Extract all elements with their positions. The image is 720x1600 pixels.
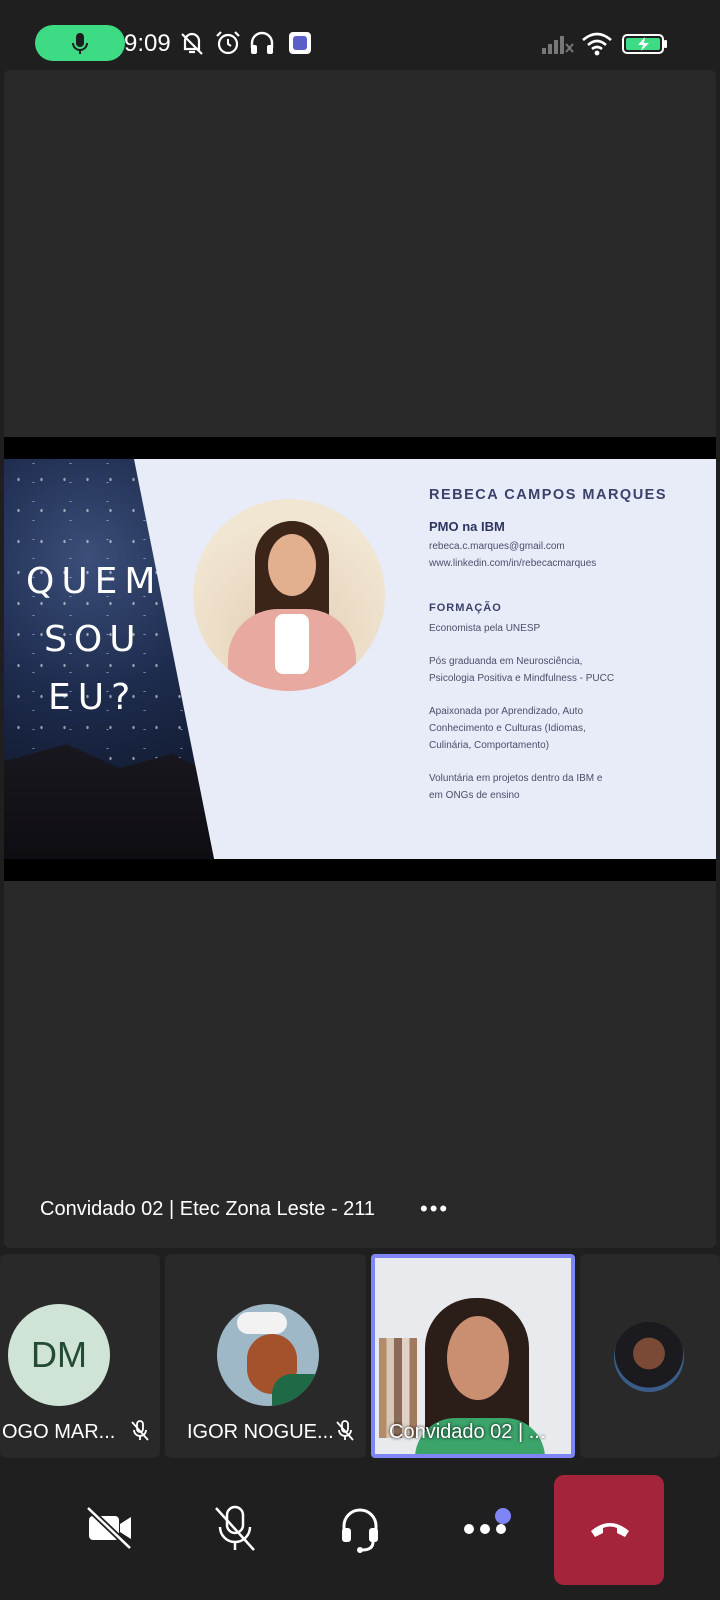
cv-item: Apaixonada por Aprendizado, Auto <box>429 706 584 717</box>
cv-name: REBECA CAMPOS MARQUES <box>429 487 668 503</box>
slide-heading-line-2: SOU <box>44 619 143 660</box>
presenter-label: Convidado 02 | Etec Zona Leste - 211 <box>40 1198 376 1220</box>
mic-active-icon <box>72 33 88 54</box>
participant-tile[interactable]: IGOR NOGUE... <box>165 1254 366 1458</box>
hang-up-button[interactable] <box>554 1475 664 1585</box>
notification-dot <box>495 1508 511 1524</box>
cv-item: Economista pela UNESP <box>429 623 541 634</box>
mic-off-icon <box>131 1420 149 1441</box>
battery-charging-icon <box>622 34 667 54</box>
clock: 9:09 <box>124 30 171 57</box>
mic-off-icon <box>336 1420 354 1441</box>
presenter-more-button[interactable]: ••• <box>420 1196 449 1222</box>
active-mic-indicator[interactable] <box>35 25 125 61</box>
mic-off-icon[interactable] <box>212 1504 258 1554</box>
avatar <box>217 1304 319 1406</box>
wifi-icon <box>582 32 612 56</box>
cv-linkedin: www.linkedin.com/in/rebecacmarques <box>429 558 597 569</box>
headphones-icon <box>250 31 274 54</box>
cv-item: Pós graduanda em Neurosciência, <box>429 656 583 667</box>
cv-item: Voluntária em projetos dentro da IBM e <box>429 773 603 784</box>
cv-role: PMO na IBM <box>429 519 505 534</box>
cv-email: rebeca.c.marques@gmail.com <box>429 541 565 552</box>
signal-icon <box>542 36 574 54</box>
mute-bell-icon <box>181 32 203 55</box>
shared-slide: QUEM SOU EU? REBECA CAMPOS MARQUES PMO n… <box>4 459 716 859</box>
participant-name: IGOR NOGUE... <box>187 1421 334 1443</box>
hang-up-icon <box>591 1523 629 1537</box>
avatar: DM <box>8 1304 110 1406</box>
cv-item: Psicologia Positiva e Mindfulness - PUCC <box>429 673 615 684</box>
cv-item: Conhecimento e Culturas (Idiomas, <box>429 723 586 734</box>
slide-heading-line-3: EU? <box>48 677 138 718</box>
cv-item: em ONGs de ensino <box>429 790 520 801</box>
participant-name: OGO MAR... <box>2 1421 116 1443</box>
avatar <box>614 1322 684 1392</box>
teams-icon <box>289 32 311 54</box>
more-icon[interactable] <box>463 1522 507 1536</box>
slide-heading-line-1: QUEM <box>26 561 163 602</box>
participant-tile[interactable]: DM OGO MAR... <box>0 1254 160 1458</box>
camera-off-icon[interactable] <box>86 1506 134 1550</box>
alarm-icon <box>216 31 240 55</box>
headset-icon[interactable] <box>340 1506 380 1554</box>
participant-video-tile[interactable]: Convidado 02 | ... <box>371 1254 575 1458</box>
status-bar: 9:09 <box>0 0 720 70</box>
cv-item: Culinária, Comportamento) <box>429 740 550 751</box>
profile-photo <box>193 499 385 691</box>
cv-section-heading: FORMAÇÃO <box>429 602 502 614</box>
participant-name: Convidado 02 | ... <box>389 1421 546 1443</box>
